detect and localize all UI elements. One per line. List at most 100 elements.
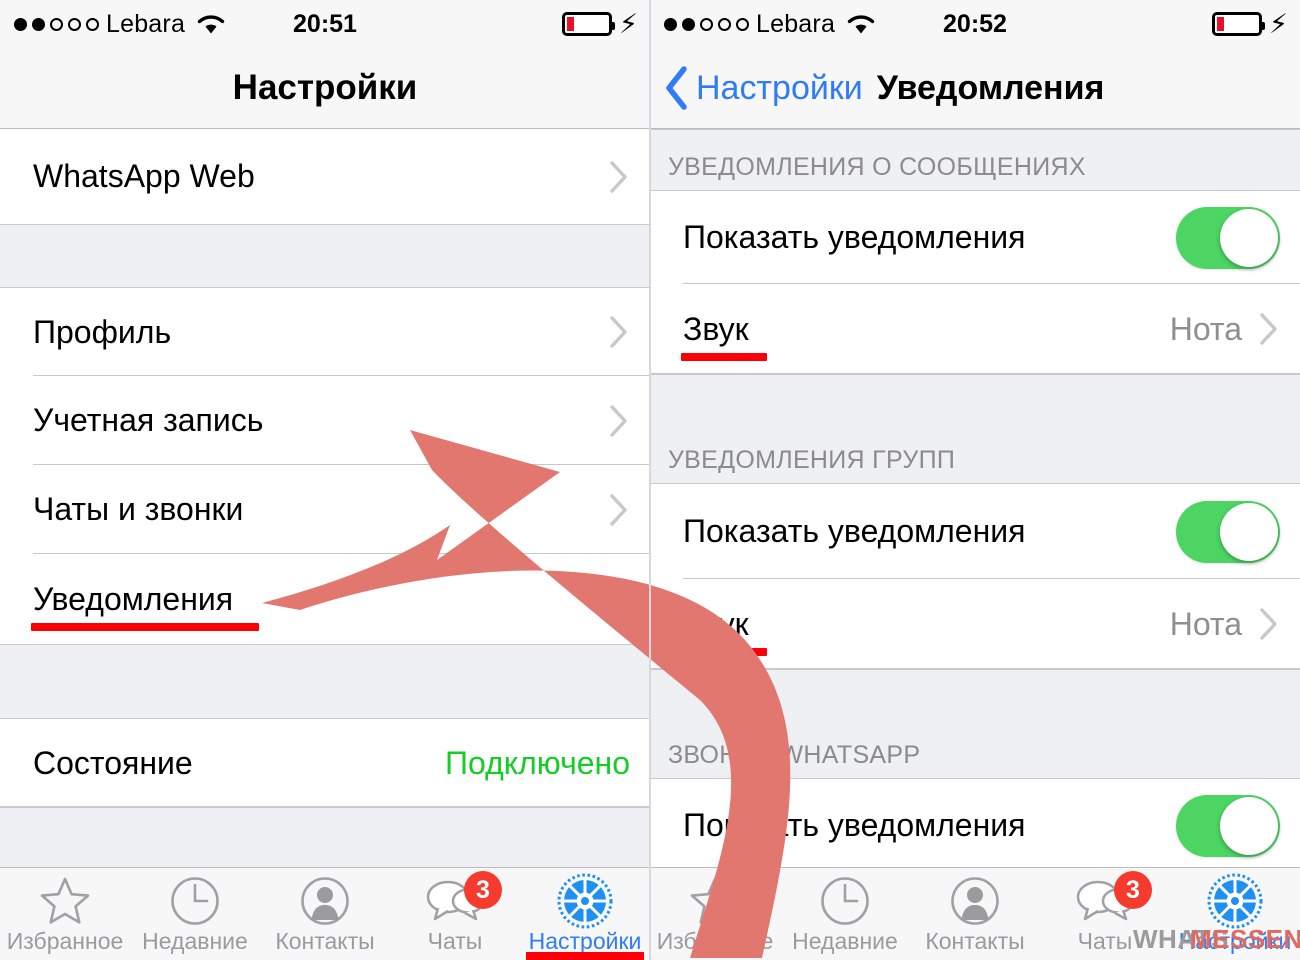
- left-phone-screen: Lebara 20:51 ⚡ Настройки WhatsApp Web Пр…: [0, 0, 650, 960]
- section-header-group-notifications: УВЕДОМЛЕНИЯ ГРУПП: [650, 374, 1300, 484]
- row-value: Нота: [1169, 605, 1242, 642]
- tab-contacts[interactable]: Контакты: [260, 868, 390, 955]
- red-underline-annotation: [681, 352, 767, 361]
- section-header-message-notifications: УВЕДОМЛЕНИЯ О СООБЩЕНИЯХ: [650, 129, 1300, 191]
- red-underline-annotation: [681, 647, 767, 656]
- status-bar-right: ⚡: [562, 0, 638, 48]
- row-whatsapp-web[interactable]: WhatsApp Web: [0, 129, 650, 224]
- back-button-label: Настройки: [696, 68, 863, 107]
- contact-icon: [949, 875, 1001, 927]
- row-label: Показать уведомления: [683, 219, 1026, 255]
- star-icon: [39, 875, 91, 927]
- row-label: Учетная запись: [33, 402, 264, 438]
- chats-icon: 3: [1074, 871, 1152, 927]
- status-bar: Lebara 20:52 ⚡: [650, 0, 1300, 48]
- tab-label: Контакты: [275, 928, 375, 954]
- lightning-bolt-icon: ⚡: [619, 8, 638, 39]
- tab-chats[interactable]: 3 Чаты: [390, 868, 520, 955]
- screen-divider: [649, 0, 651, 960]
- chevron-right-icon: [610, 493, 627, 526]
- status-value: Подключено: [444, 744, 630, 781]
- tab-label: Недавние: [792, 928, 898, 954]
- red-underline-annotation: [31, 622, 259, 631]
- navigation-bar: Настройки: [0, 48, 650, 129]
- page-title: Уведомления: [876, 68, 1105, 107]
- clock-icon: [169, 875, 221, 927]
- row-label: Показать уведомления: [683, 807, 1026, 843]
- row-label: Состояние: [33, 744, 193, 781]
- tab-label: Избранное: [6, 928, 124, 954]
- show-notifications-toggle[interactable]: [1176, 500, 1280, 563]
- tab-label: Контакты: [925, 928, 1025, 954]
- chats-icon: 3: [424, 871, 502, 927]
- right-phone-screen: Lebara 20:52 ⚡ Настройки Уведомления УВЕ…: [650, 0, 1300, 960]
- tab-recents[interactable]: Недавние: [780, 868, 910, 955]
- tab-label: Избранное: [656, 928, 774, 954]
- page-title: Настройки: [232, 68, 418, 107]
- tab-bar: Избранное Недавние Контакты 3 Чаты Настр…: [650, 867, 1300, 960]
- tab-chats[interactable]: 3 Чаты: [1040, 868, 1170, 955]
- section-header-whatsapp-call: ЗВОНОК WHATSAPP: [650, 669, 1300, 779]
- row-value: Нота: [1169, 310, 1242, 347]
- tab-label: Чаты: [1077, 928, 1133, 954]
- row-label: WhatsApp Web: [33, 158, 255, 194]
- row-show-notifications-groups[interactable]: Показать уведомления: [650, 484, 1300, 579]
- tab-favorites[interactable]: Избранное: [650, 868, 780, 955]
- row-show-notifications-messages[interactable]: Показать уведомления: [650, 191, 1300, 284]
- clock: 20:52: [943, 9, 1007, 38]
- gear-icon: [1207, 873, 1263, 929]
- tab-settings[interactable]: Настройки: [1170, 868, 1300, 955]
- show-notifications-toggle[interactable]: [1176, 794, 1280, 857]
- chevron-right-icon: [1260, 608, 1277, 640]
- tab-label: Настройки: [1178, 928, 1292, 954]
- chevron-right-icon: [610, 316, 627, 348]
- clock-icon: [819, 875, 871, 927]
- tab-bar: Избранное Недавние Контакты 3 Чаты Настр…: [0, 867, 650, 960]
- row-sound-messages[interactable]: Звук Нота: [650, 284, 1300, 374]
- row-show-notifications-calls[interactable]: Показать уведомления: [650, 779, 1300, 872]
- row-profile[interactable]: Профиль: [0, 288, 650, 376]
- status-bar-center: 20:51: [0, 0, 650, 48]
- navigation-bar: Настройки Уведомления: [650, 48, 1300, 129]
- tab-label: Чаты: [427, 928, 483, 954]
- star-icon: [689, 875, 741, 927]
- status-bar-center: 20:52: [650, 0, 1300, 48]
- row-label: Показать уведомления: [683, 513, 1026, 549]
- unread-badge: 3: [1114, 871, 1152, 909]
- row-sound-groups[interactable]: Звук Нота: [650, 579, 1300, 669]
- chevron-right-icon: [610, 583, 627, 615]
- row-notifications[interactable]: Уведомления: [0, 554, 650, 644]
- section-gap: [0, 224, 650, 288]
- row-label: Уведомления: [31, 581, 259, 631]
- back-button[interactable]: Настройки: [662, 64, 863, 112]
- status-bar-right: ⚡: [1212, 0, 1288, 48]
- tab-contacts[interactable]: Контакты: [910, 868, 1040, 955]
- row-status[interactable]: Состояние Подключено: [0, 719, 650, 807]
- chevron-right-icon: [610, 404, 627, 437]
- row-chats-and-calls[interactable]: Чаты и звонки: [0, 465, 650, 554]
- row-label: Чаты и звонки: [33, 491, 244, 527]
- gear-icon: [557, 873, 613, 929]
- unread-badge: 3: [464, 871, 502, 909]
- contact-icon: [299, 875, 351, 927]
- red-underline-annotation: [526, 952, 644, 960]
- status-bar: Lebara 20:51 ⚡: [0, 0, 650, 48]
- row-account[interactable]: Учетная запись: [0, 376, 650, 465]
- row-label: Звук: [681, 606, 767, 656]
- tab-settings[interactable]: Настройки: [520, 868, 650, 960]
- show-notifications-toggle[interactable]: [1176, 206, 1280, 269]
- clock: 20:51: [293, 9, 357, 38]
- tab-label: Недавние: [142, 928, 248, 954]
- tab-favorites[interactable]: Избранное: [0, 868, 130, 955]
- chevron-right-icon: [1260, 313, 1277, 345]
- chevron-right-icon: [610, 160, 627, 193]
- battery-icon: [562, 12, 616, 36]
- section-gap: [0, 644, 650, 719]
- row-label: Профиль: [33, 313, 172, 350]
- chevron-left-icon: [666, 66, 687, 110]
- tab-recents[interactable]: Недавние: [130, 868, 260, 955]
- battery-icon: [1212, 12, 1266, 36]
- row-label: Звук: [681, 311, 767, 361]
- tab-label: Настройки: [528, 928, 642, 954]
- lightning-bolt-icon: ⚡: [1269, 8, 1288, 39]
